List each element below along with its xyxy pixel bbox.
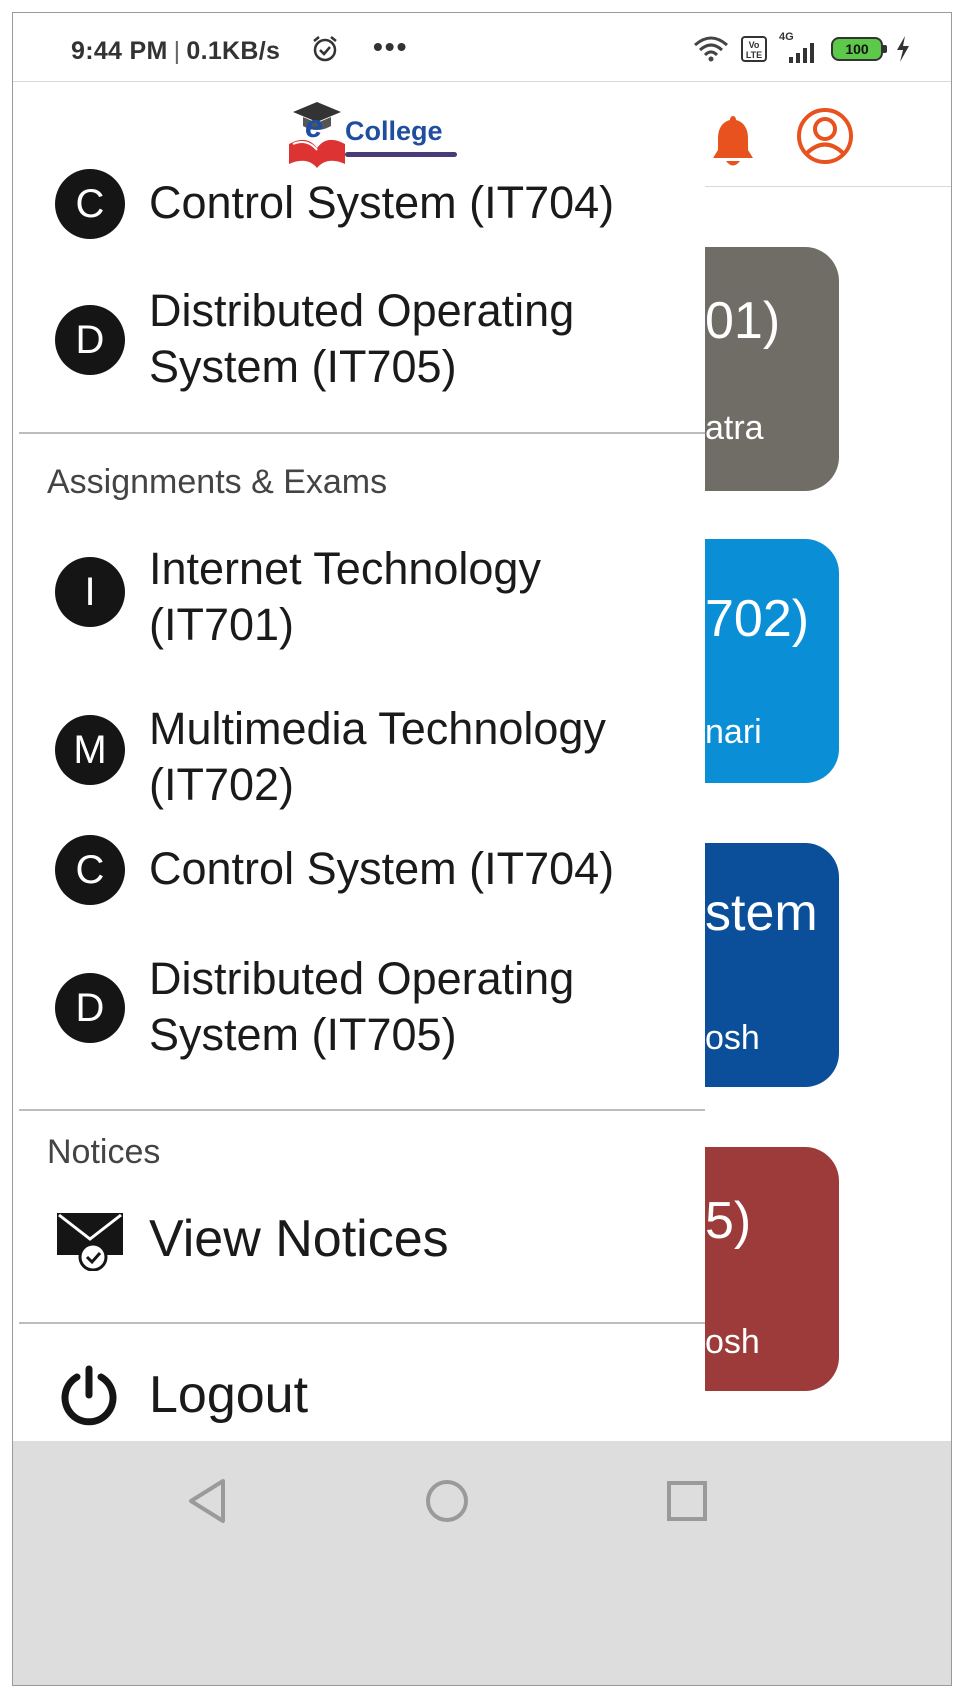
notifications-bell-icon[interactable] xyxy=(711,114,755,170)
card-subtitle: nari xyxy=(705,713,762,751)
charging-icon xyxy=(897,36,909,62)
battery-icon: 100 xyxy=(831,37,887,61)
wifi-icon xyxy=(694,36,728,62)
drawer-item-control-system[interactable]: C Control System (IT704) xyxy=(13,159,705,249)
drawer-item-logout[interactable]: Logout xyxy=(13,1343,705,1443)
drawer-item-label: Distributed Operating System (IT705) xyxy=(149,953,575,1060)
alarm-icon xyxy=(313,36,337,62)
section-title-notices: Notices xyxy=(47,1133,161,1171)
clock: 9:44 PM xyxy=(71,37,168,65)
phone-screen: 9:44 PM | 0.1KB/s ••• Vo LTE 4G 100 e Co… xyxy=(12,12,952,1686)
card-subtitle: atra xyxy=(705,409,764,447)
item-initial-avatar: C xyxy=(55,169,125,239)
power-icon xyxy=(61,1365,117,1426)
item-initial-avatar: D xyxy=(55,305,125,375)
network-speed: 0.1KB/s xyxy=(186,37,281,65)
profile-icon[interactable] xyxy=(797,108,853,164)
logo-text: College xyxy=(345,116,443,146)
drawer-item-label: Control System (IT704) xyxy=(149,177,615,228)
card-title: 01) xyxy=(705,292,781,350)
status-indicators: Vo LTE 4G 100 xyxy=(693,31,911,63)
status-bar: 9:44 PM | 0.1KB/s ••• Vo LTE 4G 100 xyxy=(13,13,951,81)
item-initial-avatar: M xyxy=(55,715,125,785)
drawer-item-label: View Notices xyxy=(149,1210,449,1268)
drawer-item-label: Logout xyxy=(149,1366,309,1424)
card-subtitle: osh xyxy=(705,1019,760,1057)
drawer-item-view-notices[interactable]: View Notices xyxy=(13,1195,705,1285)
divider xyxy=(19,432,705,434)
recent-apps-icon[interactable] xyxy=(665,1477,709,1525)
drawer-item-label: Internet Technology (IT701) xyxy=(149,543,541,650)
separator: | xyxy=(173,37,181,65)
drawer-item-label: Distributed Operating System (IT705) xyxy=(149,285,575,392)
logo-e: e xyxy=(305,108,323,144)
divider xyxy=(19,1322,705,1324)
drawer-item-label: Control System (IT704) xyxy=(149,843,615,894)
status-time-group: 9:44 PM | 0.1KB/s xyxy=(71,37,280,66)
back-icon[interactable] xyxy=(185,1477,229,1525)
card-title: 5) xyxy=(705,1192,752,1250)
section-title-assignments: Assignments & Exams xyxy=(47,463,388,501)
signal-bars-icon xyxy=(789,43,814,63)
drawer-item-multimedia-technology[interactable]: M Multimedia Technology (IT702) xyxy=(13,697,705,827)
card-subtitle: osh xyxy=(705,1323,760,1361)
volte-icon: Vo LTE xyxy=(741,36,767,62)
navigation-drawer: C Control System (IT704) D Distributed O… xyxy=(13,169,705,1443)
drawer-item-label: Multimedia Technology (IT702) xyxy=(149,703,606,810)
logo-pen-line xyxy=(345,152,457,157)
home-icon[interactable] xyxy=(423,1477,471,1525)
cell-signal-icon: 4G xyxy=(779,31,819,63)
mail-check-icon xyxy=(57,1213,123,1271)
drawer-item-distributed-os[interactable]: D Distributed Operating System (IT705) xyxy=(13,275,705,405)
system-nav-bar xyxy=(13,1441,951,1685)
more-notifications-icon: ••• xyxy=(373,31,409,62)
item-initial-avatar: C xyxy=(55,835,125,905)
divider xyxy=(19,1109,705,1111)
item-initial-avatar: I xyxy=(55,557,125,627)
drawer-item-internet-technology[interactable]: I Internet Technology (IT701) xyxy=(13,537,705,667)
drawer-item-distributed-os-exams[interactable]: D Distributed Operating System (IT705) xyxy=(13,941,705,1071)
card-title: 702) xyxy=(705,590,810,648)
item-initial-avatar: D xyxy=(55,973,125,1043)
card-title: stem xyxy=(705,884,818,942)
drawer-item-control-system-exams[interactable]: C Control System (IT704) xyxy=(13,835,705,925)
